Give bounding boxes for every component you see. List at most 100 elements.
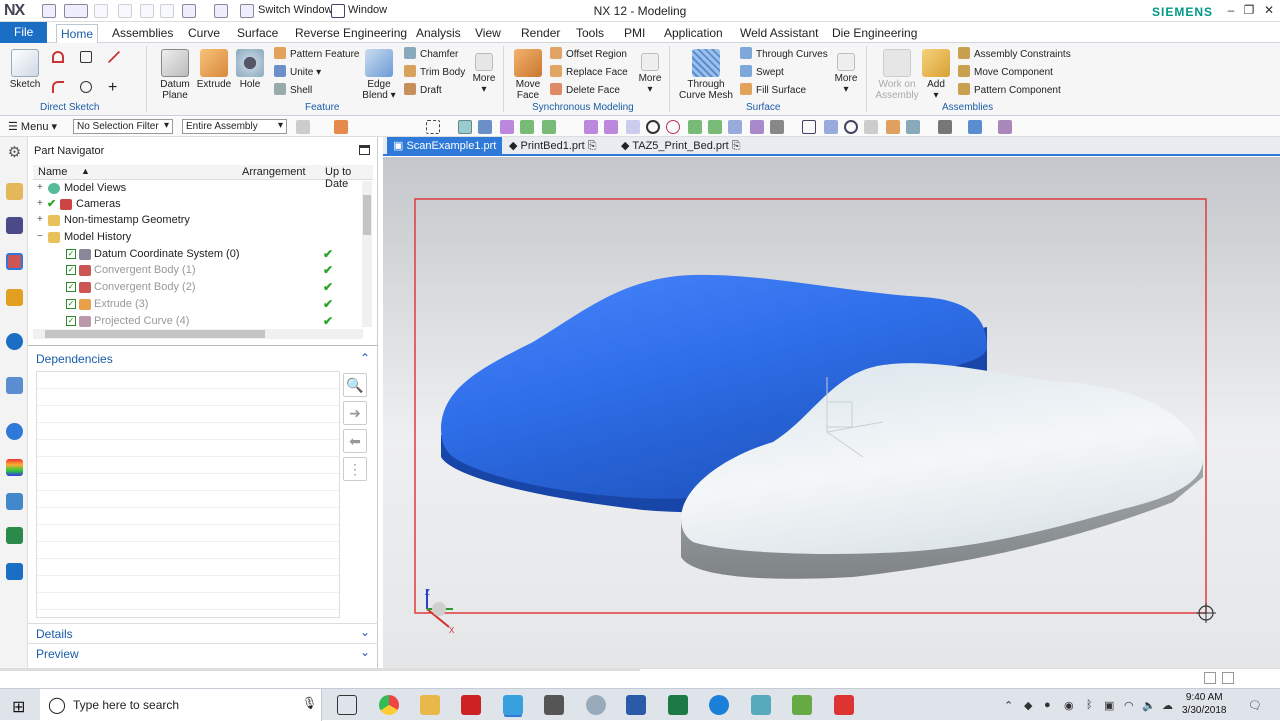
- snap-midpoint-icon[interactable]: [520, 120, 534, 134]
- onedrive-icon[interactable]: ☁: [1162, 699, 1173, 712]
- edge-blend-button[interactable]: Edge Blend ▾: [362, 49, 396, 101]
- tree-row-model-history[interactable]: − Model History: [33, 230, 368, 246]
- extrude-button[interactable]: Extrude: [196, 49, 232, 90]
- excel-icon[interactable]: [668, 695, 688, 715]
- feature-more-button[interactable]: More ▾: [468, 53, 500, 95]
- preview-header[interactable]: Preview: [36, 647, 79, 661]
- collapse-toggle[interactable]: −: [37, 231, 46, 242]
- navigator-vertical-scrollbar[interactable]: [362, 181, 372, 327]
- selection-filter-dropdown[interactable]: No Selection Filter: [73, 119, 173, 134]
- view-triad[interactable]: Z X: [425, 588, 455, 635]
- sync-more-button[interactable]: More ▾: [634, 53, 666, 95]
- app-icon[interactable]: [834, 695, 854, 715]
- tree-row-cameras[interactable]: + ✔ Cameras: [33, 197, 368, 213]
- edit-section-icon[interactable]: [938, 120, 952, 134]
- search-icon[interactable]: 🔍: [343, 373, 367, 397]
- snap-perpendicular-icon[interactable]: [626, 120, 640, 134]
- app-icon[interactable]: [586, 695, 606, 715]
- app-icon[interactable]: [751, 695, 771, 715]
- tab-view[interactable]: View: [471, 24, 505, 43]
- draft-button[interactable]: Draft: [404, 83, 442, 96]
- visibility-checkbox[interactable]: ✓: [66, 249, 76, 259]
- arrow-left-icon[interactable]: ⬅: [343, 429, 367, 453]
- dependencies-header[interactable]: Dependencies: [36, 352, 113, 366]
- snap-quadrant-icon[interactable]: [666, 120, 680, 134]
- tab-render[interactable]: Render: [517, 24, 564, 43]
- close-icon[interactable]: ✕: [1260, 3, 1278, 19]
- work-on-assembly-button[interactable]: Work on Assembly: [872, 49, 922, 101]
- arrow-right-icon[interactable]: ➜: [343, 401, 367, 425]
- tab-taz5-print-bed[interactable]: ◆ TAZ5_Print_Bed.prt ⎘: [615, 137, 747, 156]
- tree-row-non-timestamp-geometry[interactable]: + Non-timestamp Geometry: [33, 213, 368, 229]
- status-window-icon[interactable]: [1222, 672, 1234, 684]
- visibility-checkbox[interactable]: ✓: [66, 282, 76, 292]
- surface-more-button[interactable]: More ▾: [830, 53, 862, 95]
- offset-region-button[interactable]: Offset Region: [550, 47, 627, 60]
- details-header[interactable]: Details: [36, 627, 73, 641]
- move-component-button[interactable]: Move Component: [958, 65, 1053, 78]
- menu-button[interactable]: ☰ Menu ▾: [8, 120, 57, 133]
- tab-die-engineering[interactable]: Die Engineering: [828, 24, 921, 43]
- restore-icon[interactable]: ❐: [1240, 3, 1258, 19]
- assembly-navigator-icon[interactable]: [6, 183, 23, 200]
- tab-scanexample1[interactable]: ▣ ScanExample1.prt: [387, 137, 503, 156]
- graphics-window[interactable]: Z X: [383, 157, 1280, 668]
- maximize-panel-icon[interactable]: [359, 145, 370, 155]
- palette-icon[interactable]: [6, 459, 23, 476]
- assembly-constraints-button[interactable]: Assembly Constraints: [958, 47, 1071, 60]
- snap-polygon-icon[interactable]: [770, 120, 784, 134]
- system-materials-icon[interactable]: [6, 563, 23, 580]
- column-arrangement[interactable]: Arrangement: [242, 166, 306, 178]
- constraint-navigator-icon[interactable]: [6, 217, 23, 234]
- task-view-icon[interactable]: [337, 695, 357, 715]
- through-curves-button[interactable]: Through Curves: [740, 47, 828, 60]
- history-icon[interactable]: [6, 377, 23, 394]
- datum-plane-button[interactable]: Datum Plane: [156, 49, 194, 101]
- wifi-icon[interactable]: ◠: [1124, 699, 1134, 712]
- expand-toggle[interactable]: +: [37, 214, 46, 225]
- tab-pmi[interactable]: PMI: [620, 24, 649, 43]
- expand-toggle[interactable]: +: [37, 198, 46, 209]
- visibility-checkbox[interactable]: ✓: [66, 265, 76, 275]
- file-explorer-icon[interactable]: [420, 695, 440, 715]
- chrome-icon[interactable]: [379, 695, 399, 715]
- notifications-icon[interactable]: 🗨: [1248, 699, 1262, 712]
- tab-reverse-engineering[interactable]: Reverse Engineering: [291, 24, 411, 43]
- expand-toggle[interactable]: +: [37, 182, 46, 193]
- tab-application[interactable]: Application: [660, 24, 727, 43]
- snap-spline-icon[interactable]: [604, 120, 618, 134]
- visibility-checkbox[interactable]: ✓: [66, 316, 76, 326]
- select-rectangle-icon[interactable]: [426, 120, 440, 134]
- delete-face-button[interactable]: Delete Face: [550, 83, 620, 96]
- zoom-icon[interactable]: [802, 120, 816, 134]
- curve-icon[interactable]: [52, 81, 68, 94]
- tab-file[interactable]: File: [0, 22, 48, 43]
- tab-analysis[interactable]: Analysis: [412, 24, 465, 43]
- visibility-checkbox[interactable]: ✓: [66, 299, 76, 309]
- layer-icon[interactable]: [968, 120, 982, 134]
- reuse-library-icon[interactable]: [6, 289, 23, 306]
- snap-bounded-icon[interactable]: [750, 120, 764, 134]
- point-icon[interactable]: +: [108, 79, 117, 97]
- tree-row-model-views[interactable]: + Model Views: [33, 181, 368, 197]
- windows-start-icon[interactable]: ⊞: [12, 697, 25, 717]
- nx-taskbar-icon[interactable]: [503, 695, 523, 715]
- tray-app-icon[interactable]: ◉: [1064, 699, 1074, 712]
- sketch-button[interactable]: Sketch: [6, 49, 44, 90]
- work-layer-icon[interactable]: [998, 120, 1012, 134]
- tab-weld-assistant[interactable]: Weld Assistant: [736, 24, 822, 43]
- chevron-down-icon[interactable]: ⌄: [360, 645, 370, 659]
- tree-row-convergent-body-2[interactable]: ✓ Convergent Body (2) ✔: [33, 280, 368, 296]
- pattern-feature-button[interactable]: Pattern Feature: [274, 47, 359, 60]
- tab-printbed1[interactable]: ◆ PrintBed1.prt ⎘: [503, 137, 603, 156]
- list-icon[interactable]: ⋮: [343, 457, 367, 481]
- selection-scope-dropdown[interactable]: Entire Assembly: [182, 119, 287, 134]
- arc-icon[interactable]: [52, 51, 68, 64]
- tab-tools[interactable]: Tools: [572, 24, 608, 43]
- snap-curve-icon[interactable]: [584, 120, 598, 134]
- replace-face-button[interactable]: Replace Face: [550, 65, 628, 78]
- tree-row-extrude[interactable]: ✓ Extrude (3) ✔: [33, 297, 368, 313]
- tray-app-icon[interactable]: ◆: [1024, 699, 1032, 712]
- clock-icon[interactable]: [6, 423, 23, 440]
- filter-icon[interactable]: [296, 120, 310, 134]
